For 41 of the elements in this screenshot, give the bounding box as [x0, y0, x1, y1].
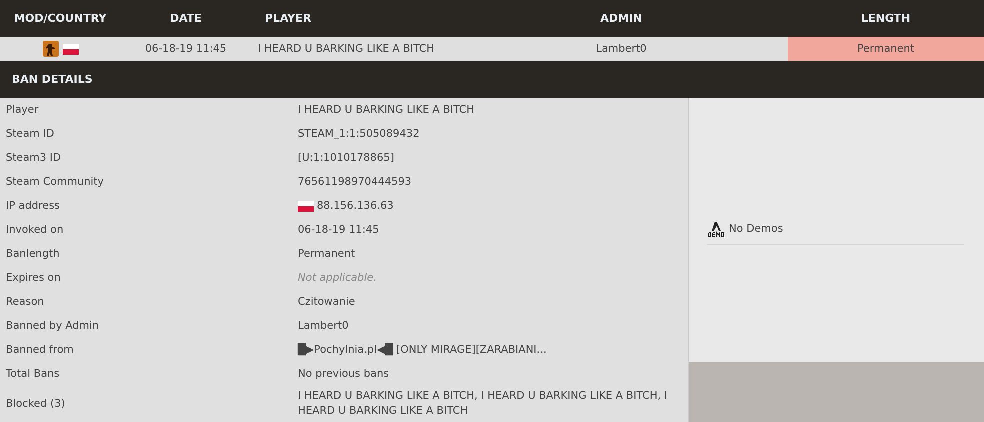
demo-icon — [707, 220, 727, 238]
detail-label: Invoked on — [5, 224, 65, 236]
table-cell-text: Lambert0 — [595, 42, 648, 57]
detail-value: STEAM_1:1:505089432 — [298, 126, 420, 142]
detail-label: Player — [5, 104, 40, 116]
detail-value: Czitowanie — [298, 294, 356, 310]
detail-label: Reason — [5, 296, 46, 308]
detail-label: Blocked (3) — [5, 398, 66, 410]
column-header: LENGTH — [860, 12, 912, 25]
detail-label: Steam ID — [5, 128, 56, 140]
detail-label: IP address — [5, 200, 62, 212]
detail-value: Permanent — [298, 246, 356, 262]
detail-label: Banned by Admin — [5, 320, 100, 332]
table-cell-text: 06-18-19 11:45 — [144, 42, 228, 57]
flag-icon — [62, 44, 78, 54]
flag-icon — [298, 200, 314, 212]
column-header: ADMIN — [600, 12, 644, 25]
detail-value: I HEARD U BARKING LIKE A BITCH, I HEARD U BARKING LIKE A BITCH, I HEARD U BARKING LIKE A BITCH — [298, 389, 669, 419]
detail-value: Not applicable. — [298, 270, 377, 286]
detail-label: Banned from — [5, 344, 75, 356]
detail-value: I HEARD U BARKING LIKE A BITCH — [298, 102, 475, 118]
detail-label: Steam Community — [5, 176, 106, 188]
detail-value: Lambert0 — [298, 318, 349, 334]
column-header: PLAYER — [264, 12, 312, 25]
detail-label: Banlength — [5, 248, 61, 260]
detail-value: [U:1:1010178865] — [298, 150, 394, 166]
soldier-icon — [42, 41, 58, 57]
length-cell: Permanent — [788, 37, 984, 61]
detail-value: 88.156.136.63 — [317, 198, 394, 214]
no-demos-text: No Demos — [729, 222, 784, 234]
section-title: BAN DETAILS — [12, 73, 93, 86]
table-cell-text: I HEARD U BARKING LIKE A BITCH — [257, 42, 436, 57]
detail-label: Expires on — [5, 272, 62, 284]
detail-value: 76561198970444593 — [298, 174, 412, 190]
detail-label: Steam3 ID — [5, 152, 62, 164]
detail-value: █▶Pochylnia.pl◀█ [ONLY MIRAGE][ZARABIANI... — [298, 342, 547, 358]
detail-value: 06-18-19 11:45 — [298, 222, 380, 238]
column-header: MOD/COUNTRY — [13, 12, 108, 25]
column-header: DATE — [169, 12, 203, 25]
detail-label: Total Bans — [5, 368, 61, 380]
detail-value: No previous bans — [298, 366, 390, 382]
